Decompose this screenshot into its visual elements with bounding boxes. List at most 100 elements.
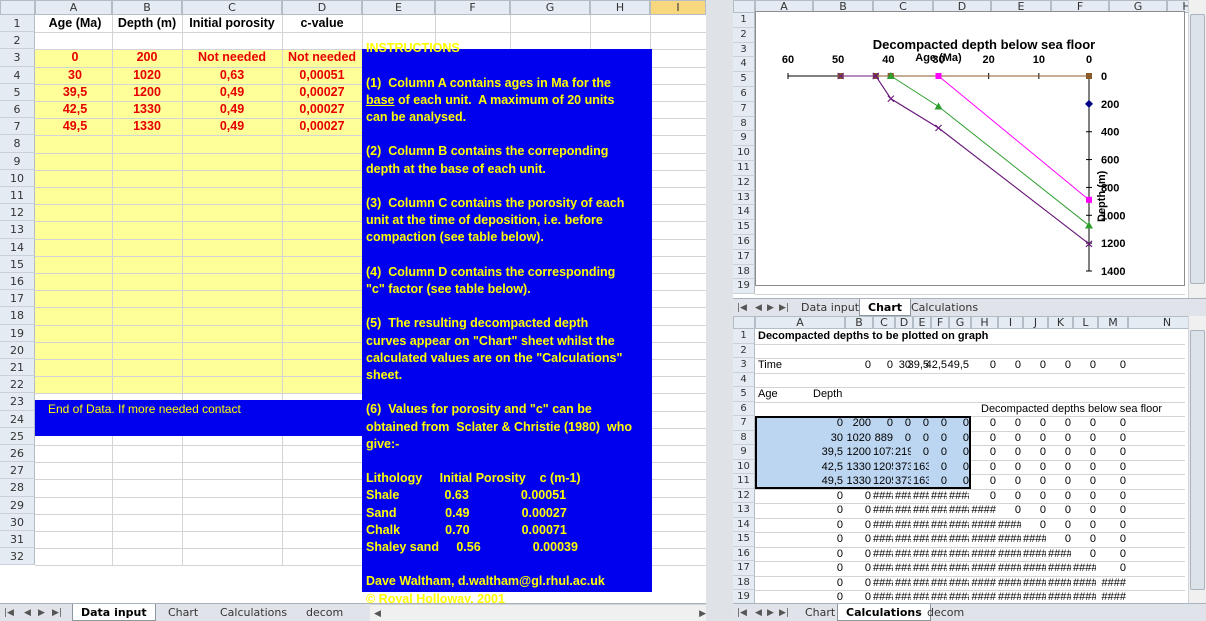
- nav-prev-icon[interactable]: ◀: [755, 604, 762, 621]
- calc-cell[interactable]: 0: [998, 461, 1021, 473]
- calc-cell[interactable]: ####: [913, 591, 929, 603]
- row-header-19[interactable]: 19: [0, 324, 35, 342]
- row-header-27[interactable]: 27: [0, 462, 35, 480]
- row-header-15[interactable]: 15: [733, 220, 755, 235]
- scroll-left-icon[interactable]: ◀: [374, 605, 381, 621]
- calc-cell[interactable]: 0: [1048, 519, 1071, 531]
- calc-cell[interactable]: 0: [998, 417, 1021, 429]
- calc-cell[interactable]: ####: [971, 562, 996, 574]
- calc-cell[interactable]: ####: [1023, 562, 1046, 574]
- row-header-17[interactable]: 17: [0, 290, 35, 308]
- vertical-scrollbar[interactable]: [1188, 316, 1206, 603]
- calc-cell[interactable]: ####: [931, 548, 947, 560]
- calc-cell[interactable]: 1330: [845, 475, 871, 487]
- calc-cell[interactable]: ####: [971, 591, 996, 603]
- row-header-12[interactable]: 12: [733, 488, 755, 503]
- data-cell[interactable]: 0,00027: [282, 85, 362, 99]
- row-header-8[interactable]: 8: [733, 430, 755, 445]
- calc-cell[interactable]: ####: [998, 562, 1021, 574]
- tab-data-input[interactable]: Data input: [793, 299, 867, 316]
- calc-cell[interactable]: 0: [1073, 446, 1096, 458]
- scroll-right-icon[interactable]: ▶: [699, 605, 706, 621]
- row-header-14[interactable]: 14: [733, 517, 755, 532]
- calc-cell[interactable]: ####: [998, 591, 1021, 603]
- calc-cell[interactable]: 0: [1023, 504, 1046, 516]
- row-header-5[interactable]: 5: [733, 387, 755, 402]
- row-header-10[interactable]: 10: [733, 146, 755, 161]
- calc-cell[interactable]: 0: [949, 432, 969, 444]
- data-cell[interactable]: 1330: [112, 119, 182, 133]
- data-cell[interactable]: 0,00027: [282, 119, 362, 133]
- data-cell[interactable]: 200: [112, 50, 182, 64]
- calc-cell[interactable]: ####: [895, 548, 911, 560]
- calc-cell[interactable]: 0: [931, 475, 947, 487]
- row-header-3[interactable]: 3: [0, 49, 35, 67]
- nav-prev-icon[interactable]: ◀: [755, 299, 762, 316]
- row-header-6[interactable]: 6: [0, 101, 35, 119]
- column-header-G[interactable]: G: [510, 0, 590, 15]
- calc-cell[interactable]: ####: [895, 562, 911, 574]
- data-cell[interactable]: 0,49: [182, 102, 282, 116]
- calc-cell[interactable]: 0: [1073, 461, 1096, 473]
- calc-cell[interactable]: ####: [913, 504, 929, 516]
- row-header-4[interactable]: 4: [0, 66, 35, 84]
- calc-cell[interactable]: 0: [1023, 519, 1046, 531]
- calc-cell[interactable]: ####: [913, 562, 929, 574]
- calc-cell[interactable]: 0: [998, 432, 1021, 444]
- calc-cell[interactable]: 0: [1023, 417, 1046, 429]
- calc-cell[interactable]: 0: [873, 417, 893, 429]
- calc-cell[interactable]: 49,5: [755, 475, 843, 487]
- data-cell[interactable]: 39,5: [38, 85, 112, 99]
- column-header-I[interactable]: I: [650, 0, 706, 15]
- row-header-1[interactable]: 1: [733, 13, 755, 28]
- nav-next-icon[interactable]: ▶: [767, 299, 774, 316]
- calc-cell[interactable]: 0: [1048, 475, 1071, 487]
- data-cell[interactable]: 49,5: [38, 119, 112, 133]
- calc-cell[interactable]: 0: [1098, 461, 1126, 473]
- column-header-E[interactable]: E: [362, 0, 435, 15]
- calc-cell[interactable]: 0: [1073, 417, 1096, 429]
- window-splitter[interactable]: [706, 0, 733, 621]
- row-header-14[interactable]: 14: [733, 205, 755, 221]
- calc-cell[interactable]: 0: [1098, 446, 1126, 458]
- tab-decom[interactable]: decom: [919, 604, 972, 621]
- tab-calculations[interactable]: Calculations: [837, 604, 931, 621]
- row-header-9[interactable]: 9: [733, 131, 755, 147]
- calc-cell[interactable]: ####: [998, 548, 1021, 560]
- row-header-32[interactable]: 32: [0, 548, 35, 566]
- column-header-M[interactable]: M: [1098, 316, 1128, 329]
- row-header-17[interactable]: 17: [733, 561, 755, 576]
- calc-cell[interactable]: 0: [949, 475, 969, 487]
- row-header-12[interactable]: 12: [733, 175, 755, 191]
- calc-cell[interactable]: ####: [949, 591, 969, 603]
- row-header-2[interactable]: 2: [733, 343, 755, 358]
- calc-cell[interactable]: 0: [845, 504, 871, 516]
- nav-last-icon[interactable]: ▶|: [779, 604, 789, 621]
- calc-cell[interactable]: 0: [913, 417, 929, 429]
- calc-cell[interactable]: ####: [971, 577, 996, 589]
- calc-cell[interactable]: 0: [845, 577, 871, 589]
- row-header-2[interactable]: 2: [733, 27, 755, 43]
- calc-cell[interactable]: 0: [913, 446, 929, 458]
- corner[interactable]: [733, 316, 755, 329]
- calc-cell[interactable]: 0: [998, 446, 1021, 458]
- chart-area[interactable]: Decompacted depth below sea floor Age (Ma…: [755, 11, 1185, 286]
- calc-cell[interactable]: ####: [873, 490, 893, 502]
- column-header-I[interactable]: I: [998, 316, 1023, 329]
- calc-cell[interactable]: ####: [971, 519, 996, 531]
- nav-next-icon[interactable]: ▶: [38, 604, 45, 621]
- calc-cell[interactable]: ####: [1023, 591, 1046, 603]
- calc-cell[interactable]: ####: [895, 533, 911, 545]
- column-header-B[interactable]: B: [845, 316, 873, 329]
- calc-cell[interactable]: ####: [1073, 562, 1096, 574]
- calc-cell[interactable]: 0: [845, 533, 871, 545]
- calc-cell[interactable]: 0: [755, 591, 843, 603]
- scroll-thumb[interactable]: [1190, 330, 1205, 590]
- calc-cell[interactable]: ####: [873, 548, 893, 560]
- calc-cell[interactable]: 0: [845, 591, 871, 603]
- data-cell[interactable]: 0,49: [182, 119, 282, 133]
- calc-cell[interactable]: 1205: [873, 461, 893, 473]
- row-header-11[interactable]: 11: [0, 187, 35, 205]
- calc-cell[interactable]: 0: [931, 461, 947, 473]
- column-header-K[interactable]: K: [1048, 316, 1073, 329]
